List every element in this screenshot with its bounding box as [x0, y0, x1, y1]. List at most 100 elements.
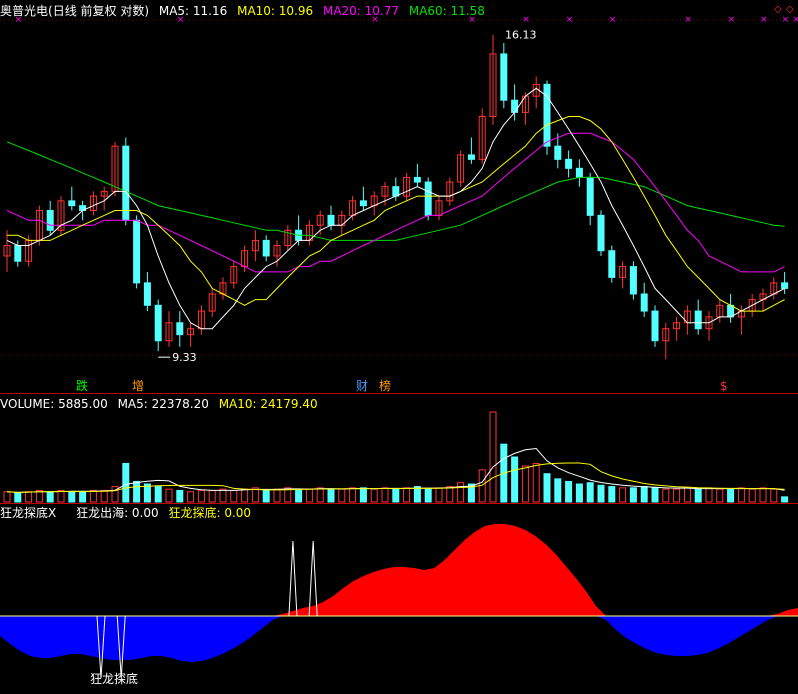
candle-body: [413, 176, 421, 183]
volume-bar: [133, 480, 141, 503]
candle-body: [586, 176, 594, 216]
volume-bar: [608, 486, 616, 503]
candle-body: [511, 99, 519, 113]
volume-bar: [727, 488, 735, 503]
indicator-marker: 狂龙探底: [90, 672, 139, 686]
volume-value: VOLUME: 5885.00: [0, 397, 108, 411]
candle-body: [727, 304, 735, 318]
volume-bar: [100, 489, 108, 503]
candle-body: [46, 209, 54, 231]
volume-bar: [262, 489, 270, 503]
volume-bar: [89, 489, 97, 503]
signal-mark: ×: [522, 15, 530, 25]
price-header: 奥普光电(日线 前复权 对数) MA5: 11.16 MA10: 10.96 M…: [0, 3, 491, 19]
volume-ma5: MA5: 22378.20: [117, 397, 209, 411]
volume-bar: [781, 496, 789, 503]
volume-bar: [305, 488, 313, 503]
volume-bar: [14, 492, 22, 503]
event-fall[interactable]: 跌: [76, 379, 88, 393]
volume-bar: [176, 489, 184, 503]
volume-bar: [705, 487, 713, 503]
volume-bar: [316, 487, 324, 503]
signal-mark: ×: [728, 15, 736, 25]
volume-bar: [122, 462, 130, 503]
volume-bar: [511, 456, 519, 503]
volume-bar: [532, 462, 540, 503]
candle-body: [176, 322, 184, 336]
period-label: (日线 前复权 对数): [48, 4, 150, 18]
low-price-label: 9.33: [172, 351, 197, 364]
event-dollar[interactable]: $: [720, 379, 728, 393]
volume-bar: [392, 488, 400, 503]
indicator-header: 狂龙探底X 狂龙出海: 0.00 狂龙探底: 0.00: [0, 505, 257, 521]
ma10-value: MA10: 10.96: [237, 4, 314, 18]
volume-bar: [683, 487, 691, 503]
panel-divider: [0, 503, 798, 504]
volume-bar: [597, 484, 605, 503]
candle-body: [608, 250, 616, 278]
volume-bar: [57, 489, 65, 503]
candle-body: [500, 53, 508, 101]
candle-body: [543, 83, 551, 147]
volume-bar: [446, 486, 454, 503]
event-increase[interactable]: 增: [132, 379, 144, 393]
volume-bar: [370, 488, 378, 503]
stock-name: 奥普光电: [0, 4, 49, 18]
candle-body: [68, 200, 76, 207]
event-finance[interactable]: 财: [356, 379, 368, 393]
candle-body: [629, 266, 637, 295]
signal-mark: ×: [609, 15, 617, 25]
candle-body: [262, 239, 270, 257]
volume-bar: [241, 488, 249, 503]
volume-bar: [46, 491, 54, 503]
indicator-title: 狂龙探底X: [0, 506, 57, 520]
volume-bar: [673, 488, 681, 503]
candle-body: [14, 245, 22, 262]
candle-body: [597, 214, 605, 252]
volume-bar: [424, 488, 432, 503]
event-rank[interactable]: 榜: [379, 379, 391, 393]
panel-divider: [0, 393, 798, 394]
volume-bar: [435, 487, 443, 503]
volume-bar: [651, 487, 659, 503]
volume-bar: [489, 411, 497, 503]
high-price-label: 16.13: [505, 29, 537, 42]
indicator-positive-area: [0, 524, 798, 616]
signal-mark: ×: [792, 15, 798, 25]
diamond-icon[interactable]: ◇: [786, 4, 794, 15]
candle-body: [467, 154, 475, 160]
volume-bar: [543, 473, 551, 503]
ma5-value: MA5: 11.16: [158, 4, 228, 18]
candle-body: [359, 200, 367, 207]
volume-bar: [759, 487, 767, 503]
candle-body: [651, 310, 659, 342]
candle-body: [554, 145, 562, 160]
signal-mark: ×: [684, 15, 692, 25]
volume-bar: [79, 491, 87, 503]
volume-bar: [338, 488, 346, 503]
candle-body: [640, 293, 648, 312]
volume-bar: [3, 491, 11, 503]
signal-mark: ×: [760, 15, 768, 25]
candle-body: [424, 181, 432, 216]
kline-chart[interactable]: 16.139.33×××××××××××××: [0, 0, 798, 694]
ma20-value: MA20: 10.77: [322, 4, 400, 18]
volume-bar: [208, 489, 216, 503]
volume-bar: [565, 480, 573, 503]
candle-body: [327, 214, 335, 226]
volume-bar: [694, 488, 702, 503]
volume-header: VOLUME: 5885.00 MA5: 22378.20 MA10: 2417…: [0, 396, 324, 412]
indicator-spike-up: [288, 540, 298, 617]
volume-bar: [716, 488, 724, 503]
volume-bar: [640, 486, 648, 503]
volume-bar: [662, 488, 670, 503]
volume-bar: [349, 487, 357, 503]
diamond-icon[interactable]: ◇: [774, 4, 782, 15]
volume-bar: [457, 482, 465, 503]
candle-body: [122, 145, 130, 221]
volume-bar: [187, 491, 195, 503]
volume-bar: [521, 465, 529, 503]
candle-body: [565, 158, 573, 169]
volume-bar: [197, 489, 205, 503]
indicator-line2: 狂龙探底: 0.00: [168, 506, 252, 520]
